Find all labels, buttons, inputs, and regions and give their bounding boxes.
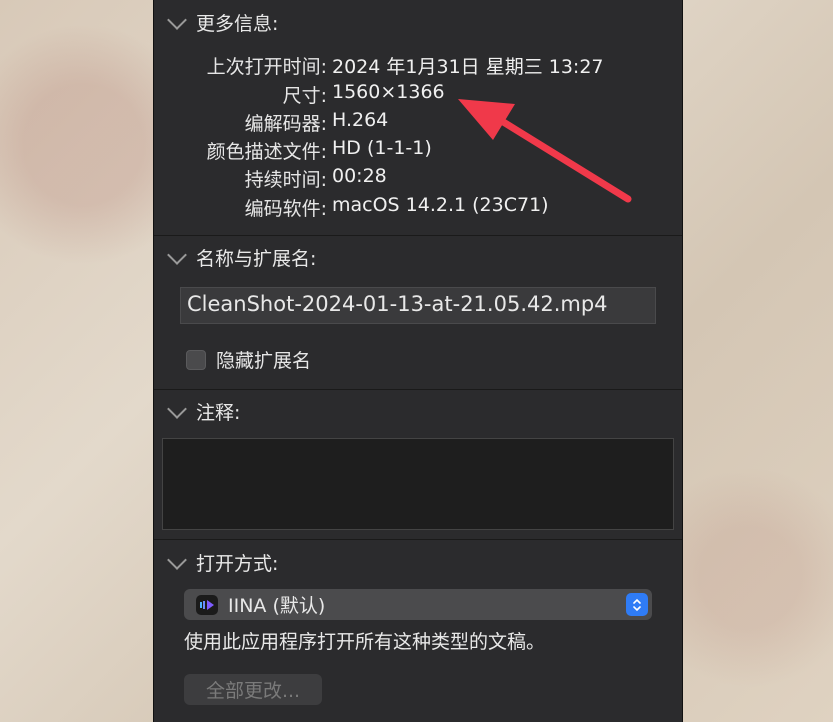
- info-row-last-opened: 上次打开时间: 2024 年1月31日 星期三 13:27: [154, 52, 682, 80]
- info-value: 1560×1366: [332, 81, 445, 103]
- info-row-codec: 编解码器: H.264: [154, 109, 682, 137]
- open-with-select[interactable]: IINA (默认): [184, 589, 652, 620]
- info-value: 00:28: [332, 165, 387, 187]
- info-label: 上次打开时间:: [206, 56, 327, 78]
- info-label: 编解码器:: [244, 113, 327, 135]
- section-divider: [154, 389, 682, 390]
- open-with-description: 使用此应用程序打开所有这种类型的文稿。: [184, 631, 546, 653]
- iina-app-icon: [196, 594, 218, 615]
- hide-extension-checkbox[interactable]: [186, 349, 206, 370]
- chevron-down-icon[interactable]: [167, 398, 187, 419]
- select-stepper-icon[interactable]: [626, 593, 648, 616]
- section-more-info-title: 更多信息:: [196, 13, 279, 35]
- section-open-with-title: 打开方式:: [196, 553, 279, 575]
- info-row-color-profile: 颜色描述文件: HD (1-1-1): [154, 137, 682, 165]
- section-open-with-header[interactable]: 打开方式:: [167, 549, 279, 576]
- info-panel: 更多信息: 上次打开时间: 2024 年1月31日 星期三 13:27 尺寸: …: [153, 0, 683, 722]
- info-label: 编码软件:: [244, 198, 327, 220]
- info-row-duration: 持续时间: 00:28: [154, 165, 682, 193]
- info-row-encoder: 编码软件: macOS 14.2.1 (23C71): [154, 194, 682, 222]
- change-all-button[interactable]: 全部更改...: [184, 674, 322, 705]
- info-value: 2024 年1月31日 星期三 13:27: [332, 56, 604, 78]
- section-divider: [154, 235, 682, 236]
- section-comments-title: 注释:: [196, 402, 241, 424]
- info-label: 颜色描述文件:: [206, 141, 327, 163]
- section-name-ext-title: 名称与扩展名:: [196, 248, 317, 270]
- info-value: H.264: [332, 109, 389, 131]
- info-label: 尺寸:: [282, 85, 327, 107]
- open-with-app-label: IINA (默认): [228, 595, 326, 617]
- section-comments-header[interactable]: 注释:: [167, 398, 241, 425]
- info-row-dimensions: 尺寸: 1560×1366: [154, 81, 682, 109]
- section-more-info-header[interactable]: 更多信息:: [167, 9, 279, 36]
- chevron-down-icon[interactable]: [167, 549, 187, 570]
- info-value: HD (1-1-1): [332, 137, 432, 159]
- chevron-down-icon[interactable]: [167, 9, 187, 30]
- info-value: macOS 14.2.1 (23C71): [332, 194, 549, 216]
- section-divider: [154, 539, 682, 540]
- info-label: 持续时间:: [244, 169, 327, 191]
- comments-textarea[interactable]: [162, 438, 674, 530]
- filename-field[interactable]: CleanShot-2024-01-13-at-21.05.42.mp4: [180, 287, 656, 324]
- hide-extension-row[interactable]: 隐藏扩展名: [186, 346, 311, 373]
- hide-extension-label: 隐藏扩展名: [216, 350, 312, 372]
- section-name-ext-header[interactable]: 名称与扩展名:: [167, 244, 317, 271]
- chevron-down-icon[interactable]: [167, 244, 187, 265]
